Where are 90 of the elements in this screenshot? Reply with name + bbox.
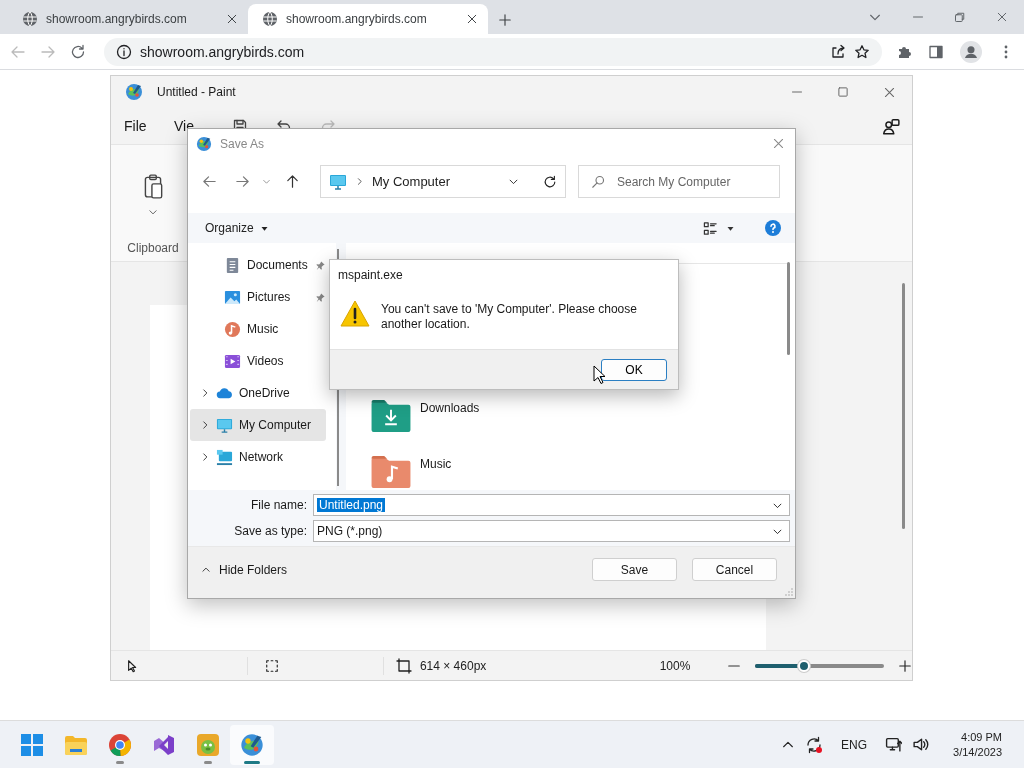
back-icon[interactable] — [202, 174, 217, 189]
close-icon[interactable] — [226, 13, 238, 25]
picture-icon — [224, 288, 241, 306]
language-indicator[interactable]: ENG — [841, 737, 868, 752]
browser-tab[interactable]: showroom.angrybirds.com — [8, 4, 248, 34]
close-icon[interactable] — [996, 11, 1008, 23]
message-text: You can't save to 'My Computer'. Please choose another location. — [381, 302, 638, 333]
game-icon — [196, 732, 220, 757]
clock[interactable]: 4:09 PM 3/14/2023 — [953, 729, 1002, 760]
star-icon[interactable] — [854, 43, 870, 60]
organize-button[interactable]: Organize — [205, 221, 269, 235]
field-label: File name: — [249, 498, 308, 512]
canvas-size: 614 × 460px — [419, 658, 487, 673]
nav-item[interactable]: Network — [190, 441, 326, 473]
chevron-right-icon — [355, 177, 364, 186]
taskbar-button[interactable] — [230, 724, 274, 765]
scrollbar[interactable] — [787, 262, 790, 355]
window-title: Untitled - Paint — [157, 85, 236, 99]
info-icon — [116, 43, 132, 60]
address-bar[interactable]: showroom.angrybirds.com — [104, 37, 882, 66]
nav-item[interactable]: Documents — [190, 249, 326, 281]
palette-icon — [196, 135, 212, 152]
share-icon[interactable] — [830, 43, 846, 60]
chevron-right-icon[interactable] — [200, 420, 210, 430]
search-field[interactable]: Search My Computer — [615, 173, 765, 190]
menu-item[interactable]: File — [124, 118, 174, 134]
sync-icon[interactable] — [805, 735, 824, 754]
canvas-size-icon — [395, 657, 412, 674]
file-name-field[interactable]: Untitled.png — [313, 494, 790, 516]
avatar-icon[interactable] — [960, 40, 982, 63]
browser-tab[interactable]: showroom.angrybirds.com — [248, 4, 488, 34]
globe-icon — [22, 11, 38, 27]
app-icon — [152, 732, 176, 757]
new-tab-icon[interactable] — [498, 13, 512, 27]
close-icon[interactable] — [466, 13, 478, 25]
file-type-dropdown[interactable]: PNG (*.png) — [313, 520, 790, 542]
dialog-title: Save As — [220, 136, 265, 151]
network-icon[interactable] — [885, 736, 903, 753]
cursor-icon — [593, 365, 605, 385]
help-icon[interactable] — [765, 220, 781, 236]
network-icon — [216, 448, 233, 466]
search-icon — [591, 174, 605, 189]
nav-item[interactable]: My Computer — [190, 409, 326, 441]
restore-icon[interactable] — [954, 11, 966, 23]
warning-icon — [340, 299, 370, 327]
address-bar[interactable]: My Computer — [320, 165, 566, 198]
view-icon[interactable] — [703, 220, 718, 236]
nav-item[interactable]: OneDrive — [190, 377, 326, 409]
nav-item[interactable]: Videos — [190, 345, 326, 377]
hide-folders-button[interactable]: Hide Folders — [201, 562, 288, 577]
up-icon[interactable] — [285, 174, 300, 189]
search-box[interactable]: Search My Computer — [578, 165, 780, 198]
music-folder-icon[interactable] — [370, 454, 412, 489]
monitor-icon — [329, 172, 347, 191]
save-button[interactable]: Save — [592, 558, 677, 581]
zoom-in-icon[interactable] — [898, 658, 912, 673]
music-icon — [224, 320, 241, 338]
forward-icon[interactable] — [235, 174, 250, 189]
download-folder-icon[interactable] — [370, 398, 412, 433]
ok-button[interactable]: OK — [601, 358, 667, 381]
globe-icon — [262, 11, 278, 27]
reload-icon[interactable] — [70, 43, 86, 60]
close-icon[interactable] — [883, 85, 896, 99]
refresh-icon[interactable] — [543, 174, 557, 189]
nav-item[interactable]: Music — [190, 313, 326, 345]
nav-item[interactable]: Pictures — [190, 281, 326, 313]
clipboard-icon[interactable] — [142, 173, 164, 199]
chevron-right-icon[interactable] — [200, 452, 210, 462]
group-label: Clipboard — [127, 241, 179, 255]
volume-icon[interactable] — [912, 736, 930, 753]
selection-icon — [264, 658, 279, 673]
field-label: Save as type: — [233, 524, 308, 538]
dialog-title: mspaint.exe — [337, 267, 404, 284]
palette-icon — [125, 83, 143, 101]
start-icon — [20, 732, 44, 757]
slider-thumb[interactable] — [798, 659, 811, 672]
folder-name[interactable]: Music — [420, 457, 452, 471]
document-icon — [224, 256, 241, 274]
folder-name[interactable]: Downloads — [420, 401, 480, 415]
sidebar-icon[interactable] — [928, 43, 944, 60]
cancel-button[interactable]: Cancel — [692, 558, 777, 581]
resize-grip-icon[interactable] — [785, 588, 793, 596]
chevron-right-icon[interactable] — [200, 388, 210, 398]
monitor-icon — [216, 416, 233, 434]
people-icon[interactable] — [882, 118, 900, 136]
zoom-level: 100% — [659, 658, 692, 673]
palette-icon — [240, 732, 264, 757]
scrollbar[interactable] — [902, 283, 905, 529]
browser-icon — [108, 732, 132, 757]
video-icon — [224, 352, 241, 370]
